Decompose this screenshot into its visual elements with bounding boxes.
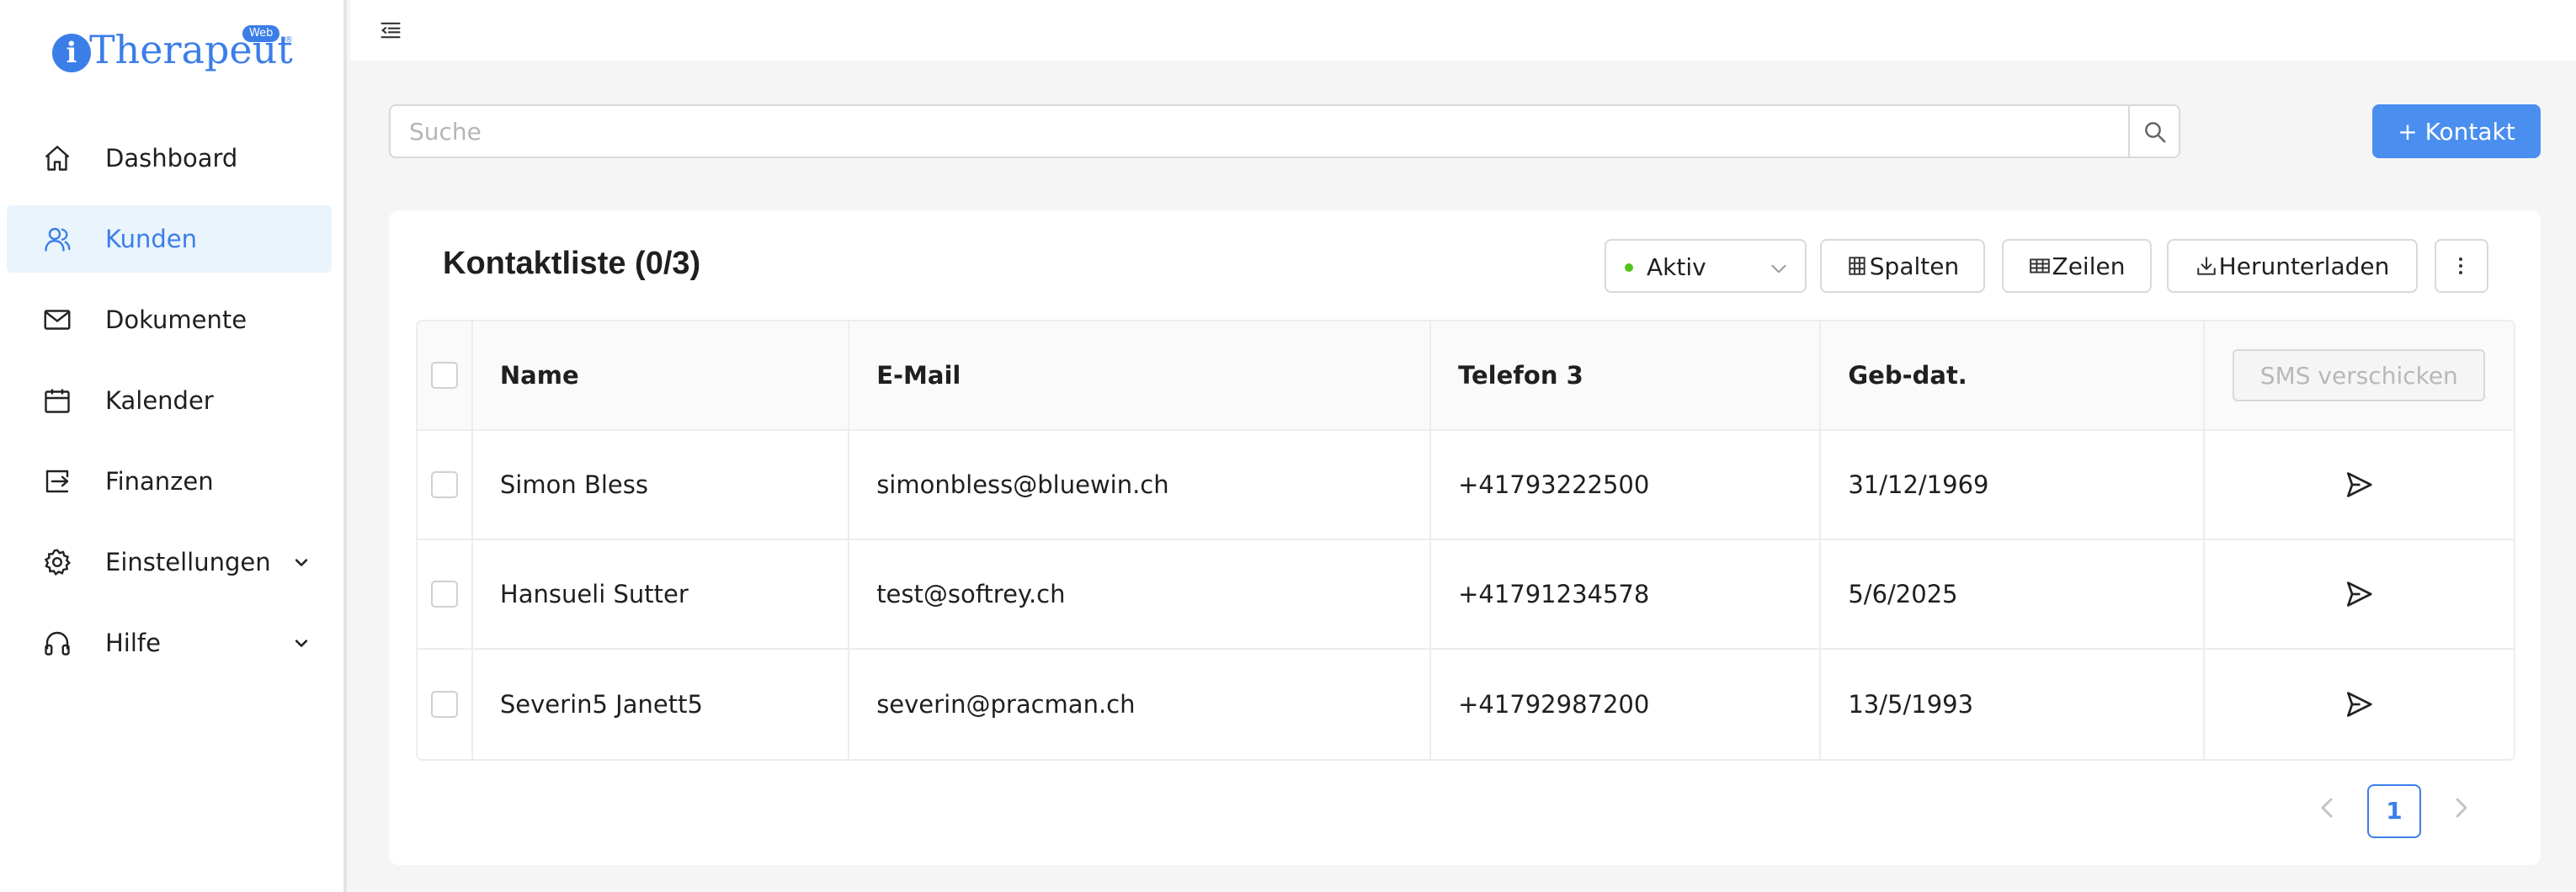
row-checkbox[interactable] — [430, 691, 458, 718]
search-button[interactable] — [2128, 104, 2180, 158]
sidebar-item-label: Kunden — [105, 225, 197, 253]
table-row: Simon Bless simonbless@bluewin.ch +41793… — [418, 431, 2514, 540]
header-action-cell: SMS verschicken — [2205, 321, 2514, 429]
home-icon — [45, 146, 70, 171]
download-button-label: Herunterladen — [2218, 252, 2390, 280]
sidebar-item-finanzen[interactable]: Finanzen — [7, 448, 332, 515]
sidebar-item-label: Hilfe — [105, 629, 161, 657]
table-header-row: Name E-Mail Telefon 3 Geb-dat. SMS versc… — [418, 321, 2514, 431]
column-header-email[interactable]: E-Mail — [849, 321, 1432, 429]
cell-name: Hansueli Sutter — [473, 540, 850, 648]
search-input[interactable] — [389, 104, 2130, 158]
logo-web-badge: Web — [242, 25, 280, 42]
columns-icon — [1849, 257, 1865, 275]
contacts-table: Name E-Mail Telefon 3 Geb-dat. SMS versc… — [416, 320, 2515, 761]
header-select-cell — [418, 321, 473, 429]
column-header-birthdate[interactable]: Geb-dat. — [1821, 321, 2205, 429]
pagination-next-icon[interactable] — [2445, 791, 2478, 825]
columns-button[interactable]: Spalten — [1820, 239, 1985, 293]
select-all-checkbox[interactable] — [430, 362, 458, 389]
cell-phone: +41791234578 — [1431, 540, 1822, 648]
sidebar-item-dokumente[interactable]: Dokumente — [7, 286, 332, 353]
search-icon — [2145, 122, 2166, 143]
more-options-button[interactable] — [2435, 239, 2488, 293]
row-checkbox[interactable] — [430, 471, 458, 498]
sidebar-item-label: Kalender — [105, 386, 214, 415]
sidebar-item-label: Dashboard — [105, 144, 238, 173]
cell-email: simonbless@bluewin.ch — [849, 431, 1432, 539]
rows-button[interactable]: Zeilen — [2002, 239, 2152, 293]
chevron-down-icon[interactable] — [290, 631, 313, 655]
sidebar-item-label: Finanzen — [105, 467, 214, 496]
mail-icon — [44, 310, 71, 330]
send-icon[interactable] — [2343, 578, 2375, 610]
row-checkbox[interactable] — [430, 581, 458, 608]
download-icon — [2196, 257, 2216, 275]
send-icon[interactable] — [2343, 469, 2375, 501]
send-icon[interactable] — [2343, 688, 2375, 720]
sidebar-item-hilfe[interactable]: Hilfe — [7, 609, 332, 677]
status-filter-value: Aktiv — [1647, 253, 1706, 281]
menu-collapse-icon[interactable] — [379, 19, 402, 42]
top-bar — [350, 0, 2576, 61]
rows-icon — [2029, 258, 2050, 273]
status-dot-icon — [1625, 263, 1633, 272]
sidebar-item-label: Dokumente — [105, 305, 247, 334]
transfer-icon — [45, 470, 69, 493]
cell-birthdate: 5/6/2025 — [1821, 540, 2205, 648]
row-action-cell — [2205, 540, 2514, 648]
cell-phone: +41793222500 — [1431, 431, 1822, 539]
column-header-phone[interactable]: Telefon 3 — [1431, 321, 1822, 429]
row-select-cell — [418, 650, 473, 759]
sidebar-item-kalender[interactable]: Kalender — [7, 367, 332, 434]
column-header-name[interactable]: Name — [473, 321, 850, 429]
add-contact-button[interactable]: + Kontakt — [2372, 104, 2541, 158]
users-icon — [45, 227, 71, 252]
cell-name: Severin5 Janett5 — [473, 650, 850, 759]
gear-icon — [44, 549, 72, 576]
sidebar: i Therapeut Web ® Dashboard Kunden Dokum… — [0, 0, 347, 892]
cell-email: test@softrey.ch — [849, 540, 1432, 648]
app-logo[interactable]: i Therapeut Web ® — [52, 25, 305, 79]
sidebar-item-dashboard[interactable]: Dashboard — [7, 125, 332, 192]
sidebar-item-einstellungen[interactable]: Einstellungen — [7, 528, 332, 596]
chevron-down-icon[interactable] — [290, 550, 313, 574]
logo-registered-mark: ® — [285, 35, 293, 45]
sidebar-item-kunden[interactable]: Kunden — [7, 205, 332, 273]
status-filter-select[interactable]: Aktiv — [1605, 239, 1807, 293]
sidebar-item-label: Einstellungen — [105, 548, 271, 576]
columns-button-label: Spalten — [1869, 252, 1960, 280]
row-action-cell — [2205, 431, 2514, 539]
row-select-cell — [418, 431, 473, 539]
send-sms-button[interactable]: SMS verschicken — [2233, 349, 2486, 401]
row-select-cell — [418, 540, 473, 648]
download-button[interactable]: Herunterladen — [2167, 239, 2418, 293]
table-row: Severin5 Janett5 severin@pracman.ch +417… — [418, 650, 2514, 759]
more-vertical-icon — [2459, 258, 2462, 274]
chevron-down-icon — [1771, 264, 1786, 273]
pagination-prev-icon[interactable] — [2310, 791, 2344, 825]
headphones-icon — [45, 631, 70, 656]
cell-email: severin@pracman.ch — [849, 650, 1432, 759]
cell-name: Simon Bless — [473, 431, 850, 539]
cell-phone: +41792987200 — [1431, 650, 1822, 759]
page-title: Kontaktliste (0/3) — [443, 246, 701, 281]
rows-button-label: Zeilen — [2052, 252, 2126, 280]
cell-birthdate: 31/12/1969 — [1821, 431, 2205, 539]
logo-i-mark: i — [52, 34, 91, 72]
table-row: Hansueli Sutter test@softrey.ch +4179123… — [418, 540, 2514, 650]
contact-list-card: Kontaktliste (0/3) Aktiv Spalten Zeilen … — [389, 210, 2541, 865]
pagination-page-1[interactable]: 1 — [2367, 784, 2421, 838]
calendar-icon — [45, 389, 70, 413]
cell-birthdate: 13/5/1993 — [1821, 650, 2205, 759]
sidebar-nav: Dashboard Kunden Dokumente Kalender Fina… — [7, 125, 332, 690]
row-action-cell — [2205, 650, 2514, 759]
